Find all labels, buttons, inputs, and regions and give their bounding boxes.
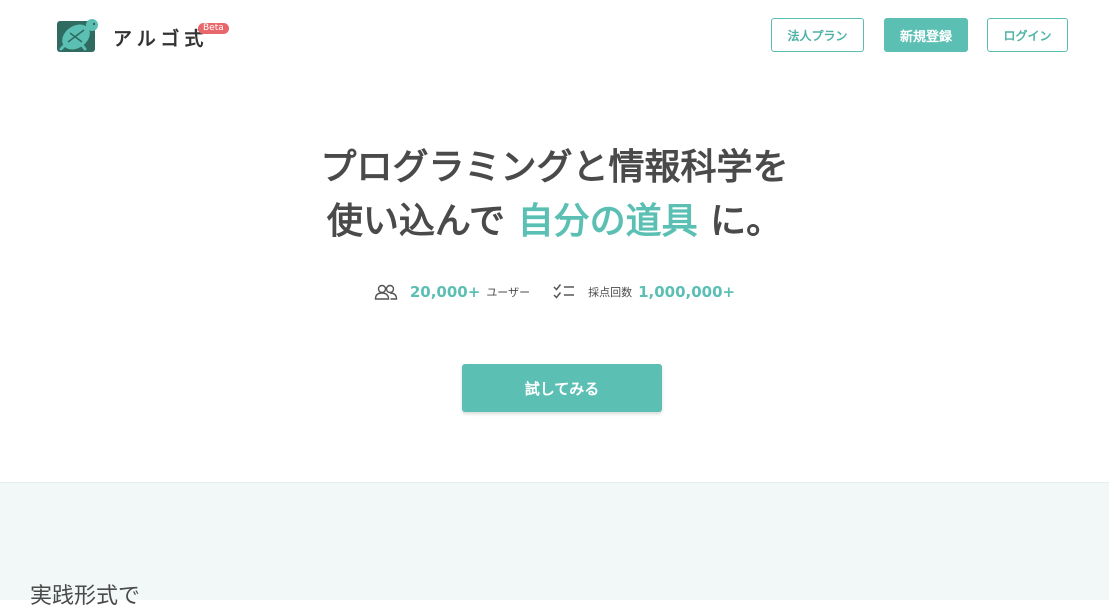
hero-headline-line2: 使い込んで 自分の道具 に。 <box>0 200 1109 244</box>
try-it-button[interactable]: 試してみる <box>462 364 662 412</box>
stats-bar: 20,000+ ユーザー 採点回数 1,000,000+ <box>0 280 1109 304</box>
turtle-logo-icon <box>57 19 98 52</box>
hero-line2-accent: 自分の道具 <box>517 201 698 242</box>
section-title: 実践形式で <box>30 584 141 609</box>
login-button[interactable]: ログイン <box>987 18 1068 52</box>
users-label: ユーザー <box>486 286 531 299</box>
users-icon <box>374 284 398 300</box>
checklist-icon <box>553 284 575 299</box>
hero-line2-prefix: 使い込んで <box>326 201 506 242</box>
beta-badge: Beta <box>198 23 229 34</box>
logo[interactable]: アルゴ式 Beta <box>55 16 229 54</box>
users-count: 20,000+ <box>409 283 481 301</box>
grading-label: 採点回数 <box>588 286 633 299</box>
hero-headline-line1: プログラミングと情報科学を <box>320 147 789 188</box>
signup-button[interactable]: 新規登録 <box>884 18 968 52</box>
hero-line2-suffix: に。 <box>710 201 783 242</box>
grading-count: 1,000,000+ <box>638 283 736 301</box>
header: アルゴ式 Beta 法人プラン 新規登録 ログイン <box>0 0 1109 70</box>
stat-grading: 採点回数 1,000,000+ <box>552 283 735 301</box>
features-section: 実践形式で <box>0 482 1109 609</box>
logo-text: アルゴ式 <box>113 27 209 50</box>
corporate-plan-button[interactable]: 法人プラン <box>771 18 864 52</box>
stat-users: 20,000+ ユーザー <box>374 283 530 301</box>
